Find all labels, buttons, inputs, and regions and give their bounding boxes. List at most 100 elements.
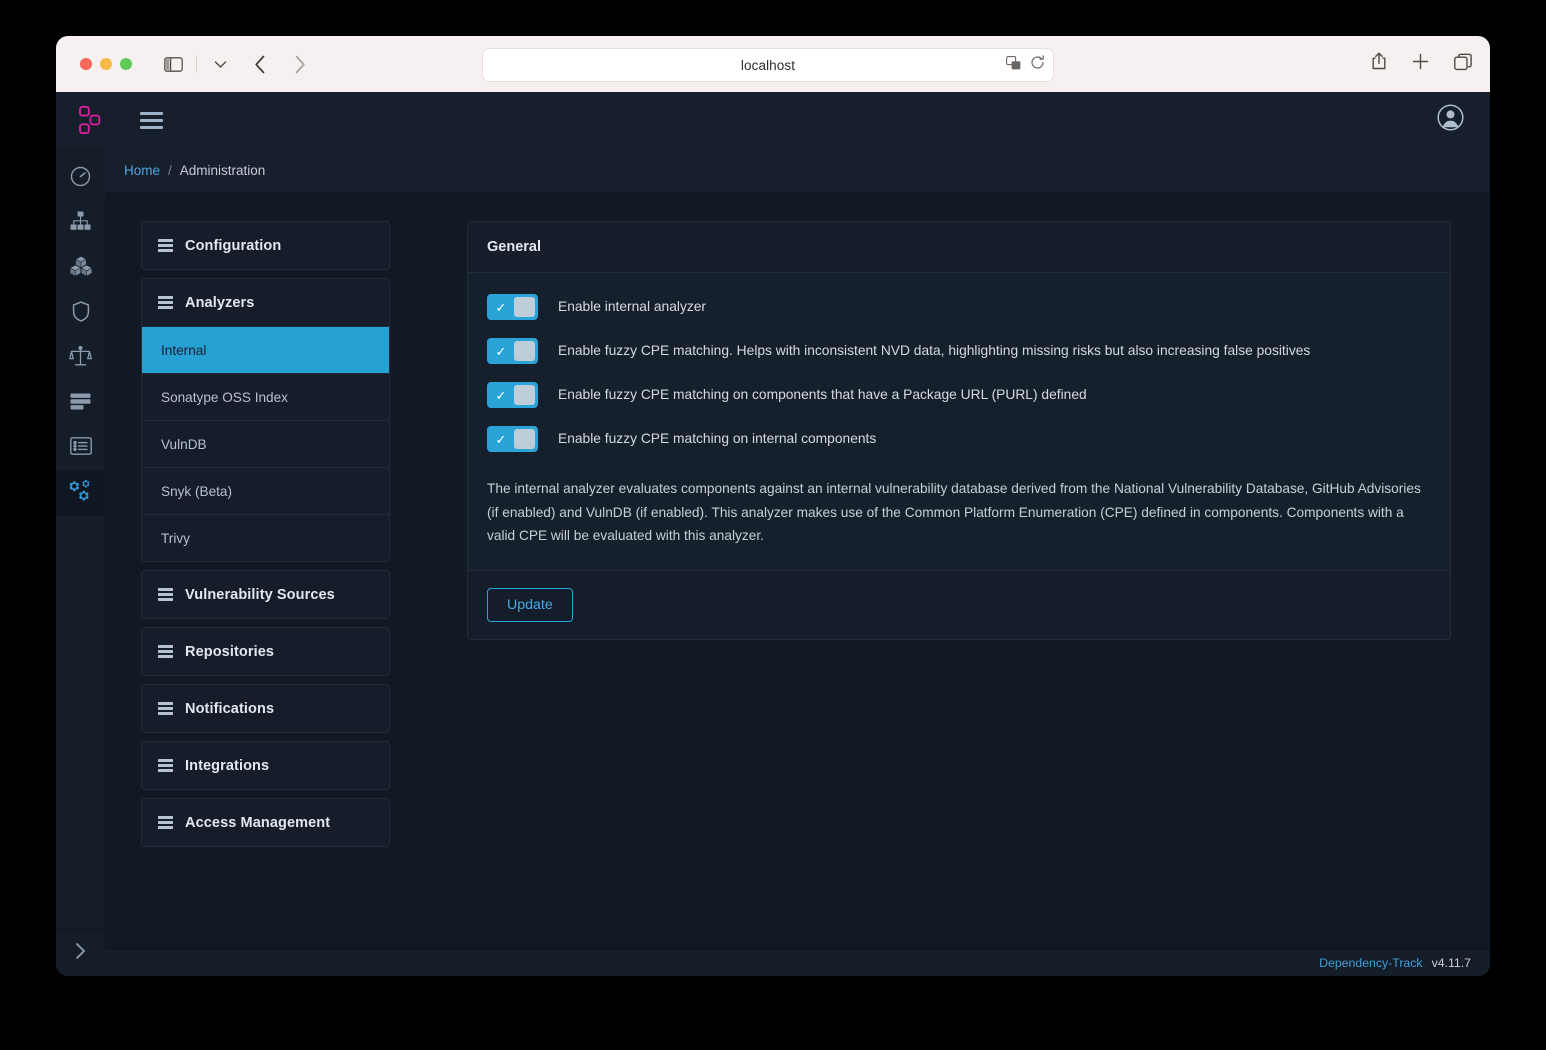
shield-icon (72, 300, 90, 327)
update-button[interactable]: Update (487, 587, 573, 622)
dependency-track-logo (78, 105, 112, 135)
nav-item-trivy[interactable]: Trivy (142, 514, 389, 561)
setting-label: Enable fuzzy CPE matching on components … (558, 387, 1087, 403)
bars-icon (158, 816, 173, 829)
toggle-enable-internal-analyzer[interactable]: ✓ (487, 294, 538, 320)
breadcrumb-home-link[interactable]: Home (124, 163, 160, 178)
admin-nav: Configuration Analyzers Internal Sonatyp… (141, 221, 390, 855)
nav-group-label: Access Management (185, 814, 331, 831)
nav-group-header[interactable]: Analyzers (142, 279, 389, 326)
nav-item-snyk[interactable]: Snyk (Beta) (142, 467, 389, 514)
url-text: localhost (740, 57, 796, 73)
scales-icon (68, 345, 93, 372)
nav-group-access-management[interactable]: Access Management (141, 798, 390, 847)
breadcrumb: Home / Administration (105, 148, 1490, 193)
chevron-down-icon[interactable] (205, 50, 235, 78)
icon-rail (56, 148, 106, 976)
toggle-knob (514, 429, 535, 449)
setting-row-internal-analyzer: ✓ Enable internal analyzer (487, 294, 1431, 320)
nav-group-header[interactable]: Notifications (142, 685, 389, 732)
application-root: Home / Administration Configuration Anal… (56, 92, 1490, 976)
app-footer: Dependency-Track v4.11.7 (105, 949, 1490, 976)
tab-overview-icon[interactable] (1454, 53, 1472, 76)
translate-icon[interactable] (1006, 55, 1021, 75)
nav-group-integrations[interactable]: Integrations (141, 741, 390, 790)
nav-group-label: Vulnerability Sources (185, 586, 335, 603)
nav-group-header[interactable]: Configuration (142, 222, 389, 269)
sidebar-item-projects[interactable] (56, 201, 105, 246)
check-icon: ✓ (495, 299, 507, 315)
chevron-right-icon (75, 942, 86, 965)
bars-icon (158, 645, 173, 658)
sidebar-toggle-icon[interactable] (158, 50, 188, 78)
bars-icon (158, 702, 173, 715)
minimize-window-button[interactable] (100, 58, 112, 70)
toolbar-divider (196, 55, 197, 73)
breadcrumb-current: Administration (179, 162, 266, 178)
forward-chevron-icon[interactable] (285, 50, 315, 78)
check-icon: ✓ (495, 343, 507, 359)
page-body: Configuration Analyzers Internal Sonatyp… (105, 193, 1490, 949)
setting-row-fuzzy-cpe-internal: ✓ Enable fuzzy CPE matching on internal … (487, 426, 1431, 452)
sidebar-item-policy-management[interactable] (56, 381, 105, 426)
nav-group-header[interactable]: Integrations (142, 742, 389, 789)
sidebar-item-vulnerabilities[interactable] (56, 291, 105, 336)
bars-icon (158, 296, 173, 309)
check-icon: ✓ (495, 387, 507, 403)
sidebar-item-components[interactable] (56, 246, 105, 291)
nav-group-label: Configuration (185, 237, 282, 254)
nav-group-vulnerability-sources[interactable]: Vulnerability Sources (141, 570, 390, 619)
toggle-enable-fuzzy-cpe-purl[interactable]: ✓ (487, 382, 538, 408)
sidebar-item-administration[interactable] (56, 471, 105, 516)
share-icon[interactable] (1371, 52, 1387, 76)
toggle-knob (514, 297, 535, 317)
nav-group-label: Notifications (185, 700, 275, 717)
bars-icon (158, 588, 173, 601)
footer-brand[interactable]: Dependency-Track (1319, 956, 1422, 970)
sidebar-item-dashboard[interactable] (56, 156, 105, 201)
general-settings-panel: General ✓ Enable internal analyzer ✓ Ena… (467, 221, 1451, 640)
hamburger-menu-icon[interactable] (140, 111, 163, 129)
bars-icon (158, 759, 173, 772)
setting-label: Enable internal analyzer (558, 299, 707, 315)
footer-version: v4.11.7 (1431, 956, 1471, 970)
toggle-enable-fuzzy-cpe-matching[interactable]: ✓ (487, 338, 538, 364)
toggle-enable-fuzzy-cpe-internal[interactable]: ✓ (487, 426, 538, 452)
nav-group-configuration[interactable]: Configuration (141, 221, 390, 270)
nav-item-internal[interactable]: Internal (142, 326, 389, 373)
bars-icon (158, 239, 173, 252)
server-stack-icon (70, 393, 91, 415)
breadcrumb-separator: / (168, 162, 172, 178)
nav-item-sonatype-oss-index[interactable]: Sonatype OSS Index (142, 373, 389, 420)
sidebar-item-licenses[interactable] (56, 336, 105, 381)
nav-group-header[interactable]: Repositories (142, 628, 389, 675)
browser-titlebar: localhost (56, 36, 1490, 92)
window-controls (80, 58, 132, 70)
nav-group-notifications[interactable]: Notifications (141, 684, 390, 733)
panel-body: ✓ Enable internal analyzer ✓ Enable fuzz… (468, 273, 1450, 570)
nav-item-vulndb[interactable]: VulnDB (142, 420, 389, 467)
nav-group-analyzers: Analyzers Internal Sonatype OSS Index Vu… (141, 278, 390, 562)
cubes-icon (69, 256, 92, 281)
nav-group-label: Analyzers (185, 294, 255, 311)
nav-group-label: Integrations (185, 757, 270, 774)
nav-group-header[interactable]: Vulnerability Sources (142, 571, 389, 618)
nav-group-header[interactable]: Access Management (142, 799, 389, 846)
user-avatar-icon[interactable] (1437, 104, 1464, 136)
toggle-knob (514, 385, 535, 405)
close-window-button[interactable] (80, 58, 92, 70)
reload-icon[interactable] (1030, 55, 1045, 75)
gauge-icon (70, 166, 91, 192)
back-chevron-icon[interactable] (245, 50, 275, 78)
browser-window: localhost Home / Administration Configur… (56, 36, 1490, 976)
plus-icon[interactable] (1412, 53, 1429, 75)
nav-group-label: Repositories (185, 643, 275, 660)
setting-row-fuzzy-cpe-matching: ✓ Enable fuzzy CPE matching. Helps with … (487, 338, 1431, 364)
address-bar[interactable]: localhost (482, 48, 1054, 82)
nav-group-repositories[interactable]: Repositories (141, 627, 390, 676)
sidebar-expand-button[interactable] (56, 929, 105, 976)
maximize-window-button[interactable] (120, 58, 132, 70)
check-icon: ✓ (495, 431, 507, 447)
setting-label: Enable fuzzy CPE matching on internal co… (558, 431, 877, 447)
sidebar-item-audit[interactable] (56, 426, 105, 471)
